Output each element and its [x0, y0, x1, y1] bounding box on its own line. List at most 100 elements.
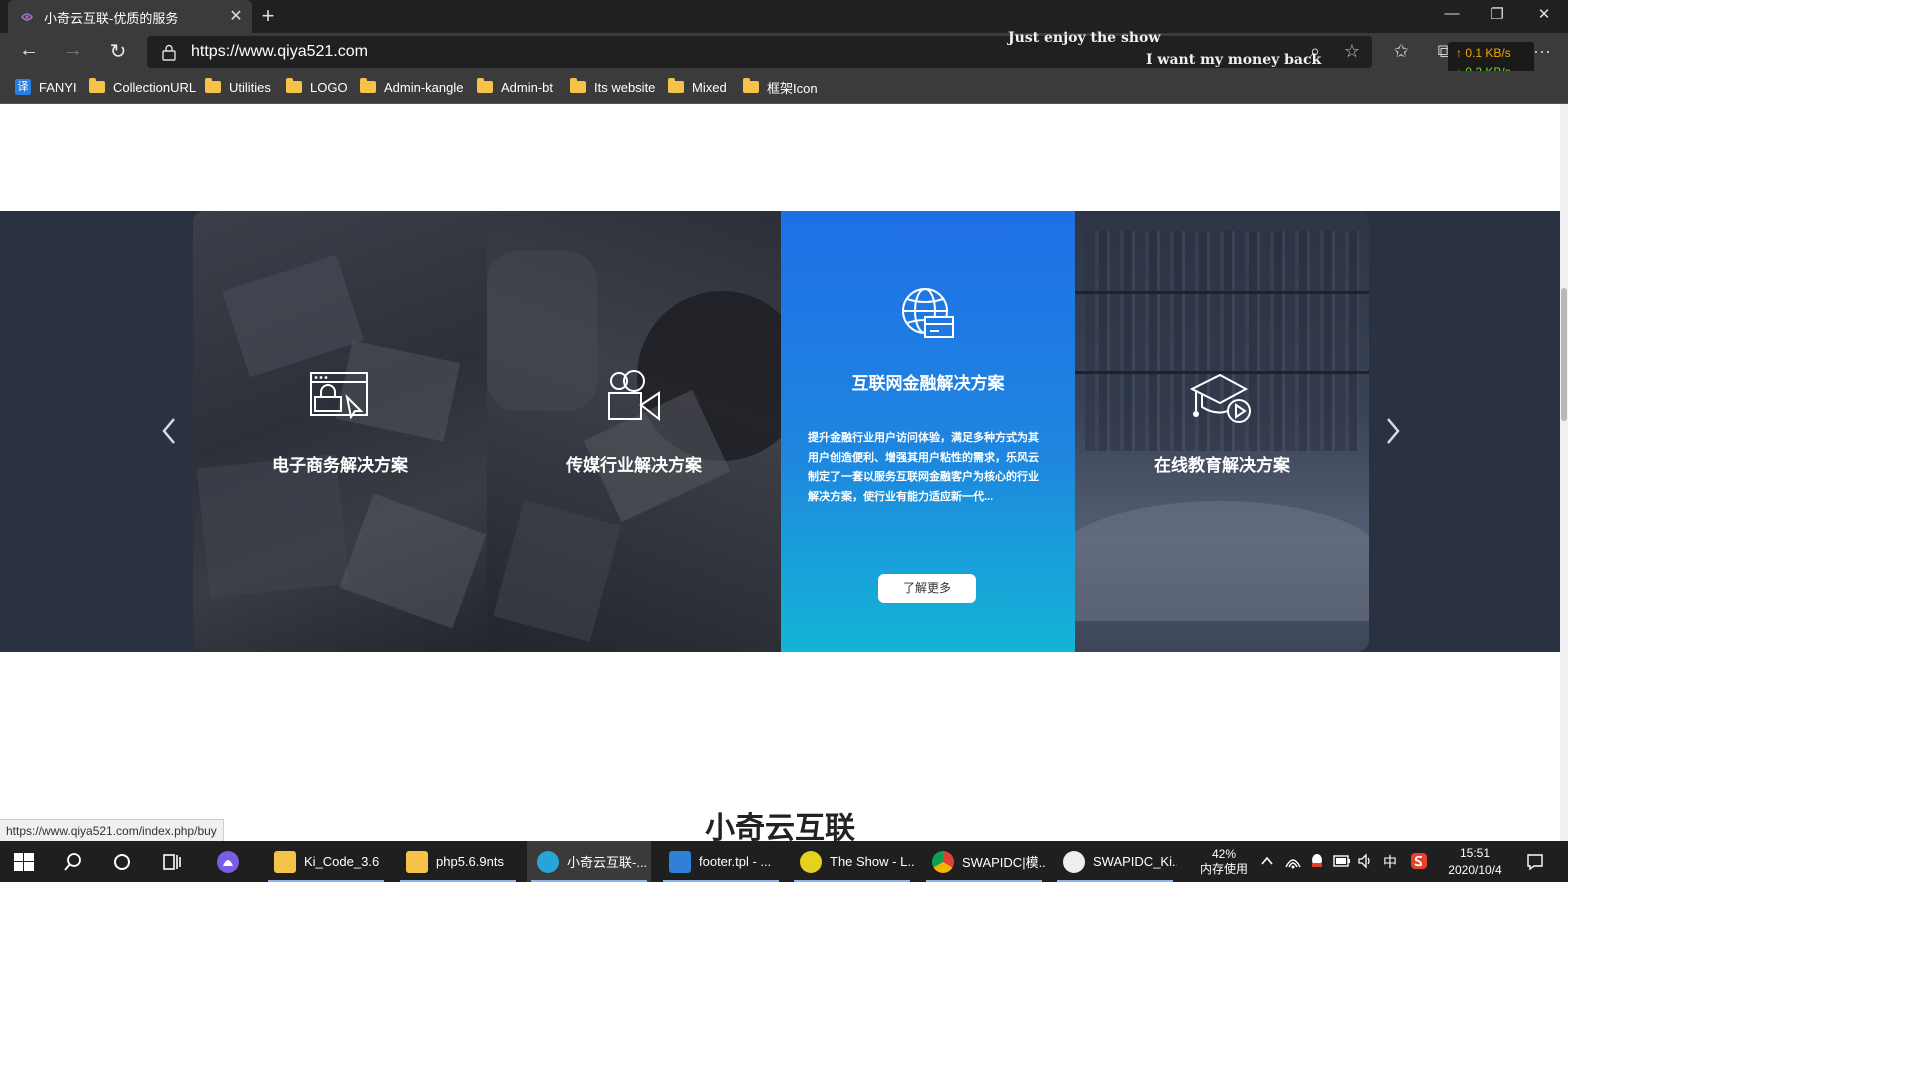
taskbar-app-swapidc[interactable]: SWAPIDC_Ki...	[1053, 841, 1177, 882]
taskbar-app-label: 小奇云互联-...	[567, 855, 648, 870]
folder-icon	[89, 78, 105, 93]
new-tab-button[interactable]: +	[258, 3, 278, 29]
card-title: 电子商务解决方案	[272, 456, 408, 476]
memory-usage-widget[interactable]: 42% 内存使用	[1192, 841, 1256, 882]
tencent-qq-icon[interactable]	[1309, 852, 1325, 870]
bookmark-folder-logo[interactable]: LOGO	[286, 78, 348, 96]
browser-tab[interactable]: 小奇云互联-优质的服务 ✕	[8, 0, 252, 33]
volume-icon[interactable]	[1357, 853, 1373, 869]
bookmark-folder-mixed[interactable]: Mixed	[668, 78, 727, 96]
learn-more-button[interactable]: 了解更多	[878, 574, 976, 603]
bookmark-label: Admin-kangle	[384, 79, 464, 95]
app-icon	[1063, 850, 1085, 873]
sogou-input-icon[interactable]	[1410, 852, 1428, 870]
taskbar-app-label: php5.6.9nts	[436, 854, 504, 869]
tab-bar: 小奇云互联-优质的服务 ✕ + — ❐ ✕	[0, 0, 1568, 33]
lock-icon	[162, 44, 176, 61]
favorite-star-icon[interactable]: ☆	[1340, 41, 1364, 62]
bookmark-folder-frame-icon[interactable]: 框架Icon	[743, 78, 818, 96]
folder-icon	[274, 850, 296, 873]
taskbar-app-label: Ki_Code_3.6	[304, 854, 380, 869]
carousel-next-icon[interactable]	[1378, 411, 1408, 451]
taskbar-running-indicator	[663, 880, 779, 882]
bookmark-fanyi[interactable]: 译 FANYI	[15, 78, 77, 96]
taskbar-app-chrome[interactable]: SWAPIDC|模...	[922, 841, 1046, 882]
window-close-button[interactable]: ✕	[1524, 5, 1564, 23]
bookmark-folder-utilities[interactable]: Utilities	[205, 78, 271, 96]
clock[interactable]: 15:51 2020/10/4	[1440, 841, 1510, 882]
bookmark-folder-collectionurl[interactable]: CollectionURL	[89, 78, 196, 96]
search-icon[interactable]	[63, 852, 83, 872]
ecommerce-browser-icon	[310, 372, 368, 419]
cortana-icon[interactable]	[112, 852, 132, 872]
wifi-icon[interactable]	[1284, 853, 1302, 869]
edge-icon	[537, 850, 559, 873]
windows-start-icon[interactable]	[14, 853, 34, 871]
folder-icon	[406, 850, 428, 873]
taskbar-app-music[interactable]: The Show - L...	[790, 841, 914, 882]
bookmark-label: CollectionURL	[113, 79, 197, 95]
memory-label: 内存使用	[1199, 861, 1248, 876]
taskbar-app-label: footer.tpl - ...	[699, 854, 772, 869]
bookmark-label: Utilities	[229, 79, 271, 95]
bookmark-folder-its-website[interactable]: Its website	[570, 78, 655, 96]
folder-icon	[743, 78, 759, 93]
back-button[interactable]: ←	[14, 39, 44, 65]
vscode-icon	[669, 850, 691, 873]
tab-close-icon[interactable]: ✕	[228, 6, 244, 26]
bookmark-label: 框架Icon	[767, 80, 818, 96]
solution-card-ecommerce[interactable]: 电子商务解决方案	[193, 211, 487, 652]
bookmark-label: LOGO	[310, 79, 348, 95]
folder-icon	[286, 78, 302, 93]
battery-icon[interactable]	[1333, 854, 1351, 868]
taskbar-app-php[interactable]: php5.6.9nts	[396, 841, 520, 882]
chrome-icon	[932, 850, 954, 873]
page-scrollbar[interactable]	[1560, 104, 1568, 842]
status-bar-link: https://www.qiya521.com/index.php/buy	[0, 819, 224, 843]
memory-percent: 42%	[1211, 846, 1237, 861]
card-title: 互联网金融解决方案	[851, 374, 1005, 394]
scrollbar-thumb[interactable]	[1561, 288, 1567, 421]
input-method-indicator[interactable]: 中	[1380, 841, 1400, 882]
assistant-app-icon[interactable]	[216, 850, 240, 874]
taskbar-running-indicator	[1057, 880, 1173, 882]
graduation-cap-play-icon	[1189, 373, 1251, 423]
music-player-icon	[800, 850, 822, 873]
folder-icon	[477, 78, 493, 93]
solution-card-education[interactable]: 在线教育解决方案	[1075, 211, 1369, 652]
show-hidden-icons-chevron-icon[interactable]	[1260, 855, 1274, 867]
bookmark-folder-admin-kangle[interactable]: Admin-kangle	[360, 78, 464, 96]
restore-button[interactable]: ❐	[1477, 5, 1517, 23]
site-favicon-icon	[20, 13, 34, 21]
carousel-prev-icon[interactable]	[154, 411, 184, 451]
refresh-button[interactable]: ↻	[103, 39, 133, 65]
folder-icon	[360, 78, 376, 93]
url-text[interactable]: https://www.qiya521.com	[191, 43, 368, 61]
globe-card-icon	[902, 288, 954, 338]
forward-button[interactable]: →	[58, 39, 88, 65]
clock-date: 2020/10/4	[1448, 862, 1502, 877]
taskbar-app-label: SWAPIDC|模...	[962, 855, 1046, 870]
lyric-overlay-line2: I want my money back	[1146, 52, 1322, 68]
favorites-list-icon[interactable]: ✩	[1389, 41, 1413, 62]
upload-speed: ↑ 0.1 KB/s	[1456, 46, 1511, 60]
lyric-overlay-line1: Just enjoy the show	[1008, 30, 1161, 46]
taskbar-running-indicator	[268, 880, 384, 882]
bookmark-label: Admin-bt	[501, 79, 554, 95]
card-title: 在线教育解决方案	[1154, 456, 1290, 476]
notification-center-icon[interactable]	[1526, 853, 1544, 871]
taskbar-app-edge[interactable]: 小奇云互联-...	[527, 841, 651, 882]
folder-icon	[570, 78, 586, 93]
taskbar-app-label: The Show - L...	[830, 854, 914, 869]
solution-card-media[interactable]: 传媒行业解决方案	[487, 211, 781, 652]
video-camera-icon	[608, 370, 660, 422]
taskbar-app-vscode[interactable]: footer.tpl - ...	[659, 841, 783, 882]
folder-icon	[205, 78, 221, 93]
task-view-icon[interactable]	[161, 852, 183, 872]
folder-icon	[668, 78, 684, 93]
taskbar-running-indicator	[926, 880, 1042, 882]
minimize-button[interactable]: —	[1432, 5, 1472, 22]
solution-card-finance[interactable]: 互联网金融解决方案 提升金融行业用户访问体验，满足多种方式为其用户创造便利、增强…	[781, 211, 1075, 652]
taskbar-app-ki-code[interactable]: Ki_Code_3.6	[264, 841, 388, 882]
bookmark-folder-admin-bt[interactable]: Admin-bt	[477, 78, 553, 96]
